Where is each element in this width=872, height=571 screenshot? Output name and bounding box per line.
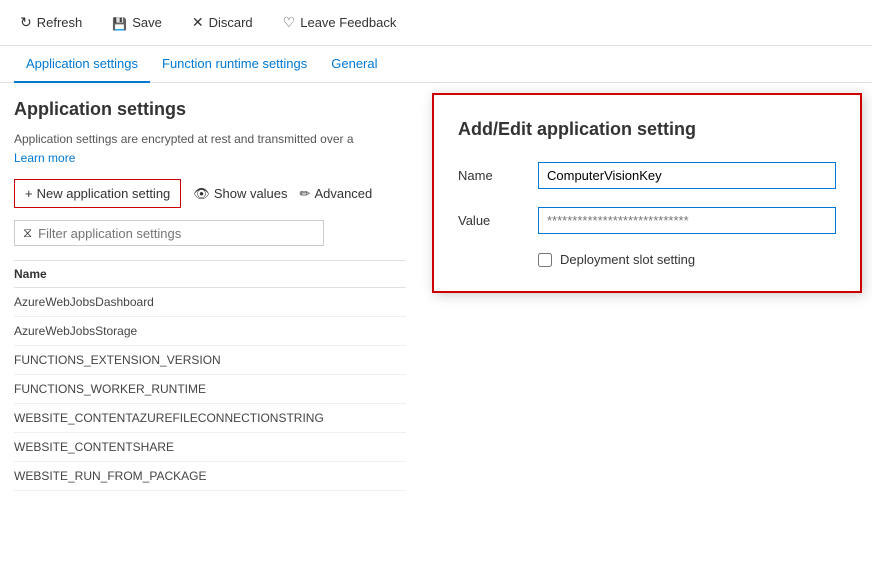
table-row: WEBSITE_RUN_FROM_PACKAGE — [14, 462, 406, 491]
table-row: FUNCTIONS_EXTENSION_VERSION — [14, 346, 406, 375]
save-button[interactable]: Save — [106, 11, 168, 35]
name-label: Name — [458, 168, 538, 183]
discard-label: Discard — [209, 15, 253, 30]
action-bar: + New application setting 👁 Show values … — [14, 179, 406, 208]
table-row: WEBSITE_CONTENTAZUREFILECONNECTIONSTRING — [14, 404, 406, 433]
value-label: Value — [458, 213, 538, 228]
name-input[interactable] — [538, 162, 836, 189]
value-input[interactable] — [538, 207, 836, 234]
refresh-button[interactable]: Refresh — [14, 10, 88, 35]
left-panel: Application settings Application setting… — [0, 83, 420, 507]
table-row: AzureWebJobsDashboard — [14, 288, 406, 317]
table-body: AzureWebJobsDashboardAzureWebJobsStorage… — [14, 288, 406, 491]
filter-input[interactable] — [38, 226, 315, 241]
table-row: FUNCTIONS_WORKER_RUNTIME — [14, 375, 406, 404]
panel-title: Add/Edit application setting — [458, 119, 836, 140]
learn-more-link[interactable]: Learn more — [14, 151, 75, 165]
tab-general[interactable]: General — [319, 46, 389, 83]
advanced-label: Advanced — [314, 186, 372, 201]
page-title: Application settings — [14, 99, 406, 120]
add-edit-panel: Add/Edit application setting Name Value … — [432, 93, 862, 293]
value-field-row: Value — [458, 207, 836, 234]
save-icon — [112, 15, 127, 31]
edit-icon: ✏ — [300, 186, 311, 202]
save-label: Save — [132, 15, 162, 30]
filter-box: ⧖ — [14, 220, 324, 246]
eye-icon: 👁 — [193, 186, 210, 202]
deployment-slot-row: Deployment slot setting — [538, 252, 836, 267]
feedback-button[interactable]: Leave Feedback — [277, 10, 403, 35]
filter-icon: ⧖ — [23, 225, 32, 241]
name-field-row: Name — [458, 162, 836, 189]
tab-app-settings[interactable]: Application settings — [14, 46, 150, 83]
feedback-label: Leave Feedback — [300, 15, 396, 30]
discard-icon — [192, 14, 204, 31]
table-header: Name — [14, 260, 406, 288]
content-area: Application settings Application setting… — [0, 83, 872, 507]
refresh-icon — [20, 14, 32, 31]
tabs: Application settings Function runtime se… — [0, 46, 872, 83]
show-values-button[interactable]: 👁 Show values — [193, 186, 287, 202]
deployment-slot-checkbox[interactable] — [538, 253, 552, 267]
toolbar: Refresh Save Discard Leave Feedback — [0, 0, 872, 46]
plus-icon: + — [25, 186, 33, 201]
advanced-button[interactable]: ✏ Advanced — [300, 186, 373, 202]
discard-button[interactable]: Discard — [186, 10, 259, 35]
new-setting-label: New application setting — [37, 186, 171, 201]
tab-function-runtime[interactable]: Function runtime settings — [150, 46, 319, 83]
show-values-label: Show values — [214, 186, 288, 201]
deployment-slot-label: Deployment slot setting — [560, 252, 695, 267]
refresh-label: Refresh — [37, 15, 83, 30]
page-description: Application settings are encrypted at re… — [14, 132, 406, 146]
table-row: WEBSITE_CONTENTSHARE — [14, 433, 406, 462]
feedback-icon — [283, 14, 296, 31]
table-row: AzureWebJobsStorage — [14, 317, 406, 346]
new-application-setting-button[interactable]: + New application setting — [14, 179, 181, 208]
